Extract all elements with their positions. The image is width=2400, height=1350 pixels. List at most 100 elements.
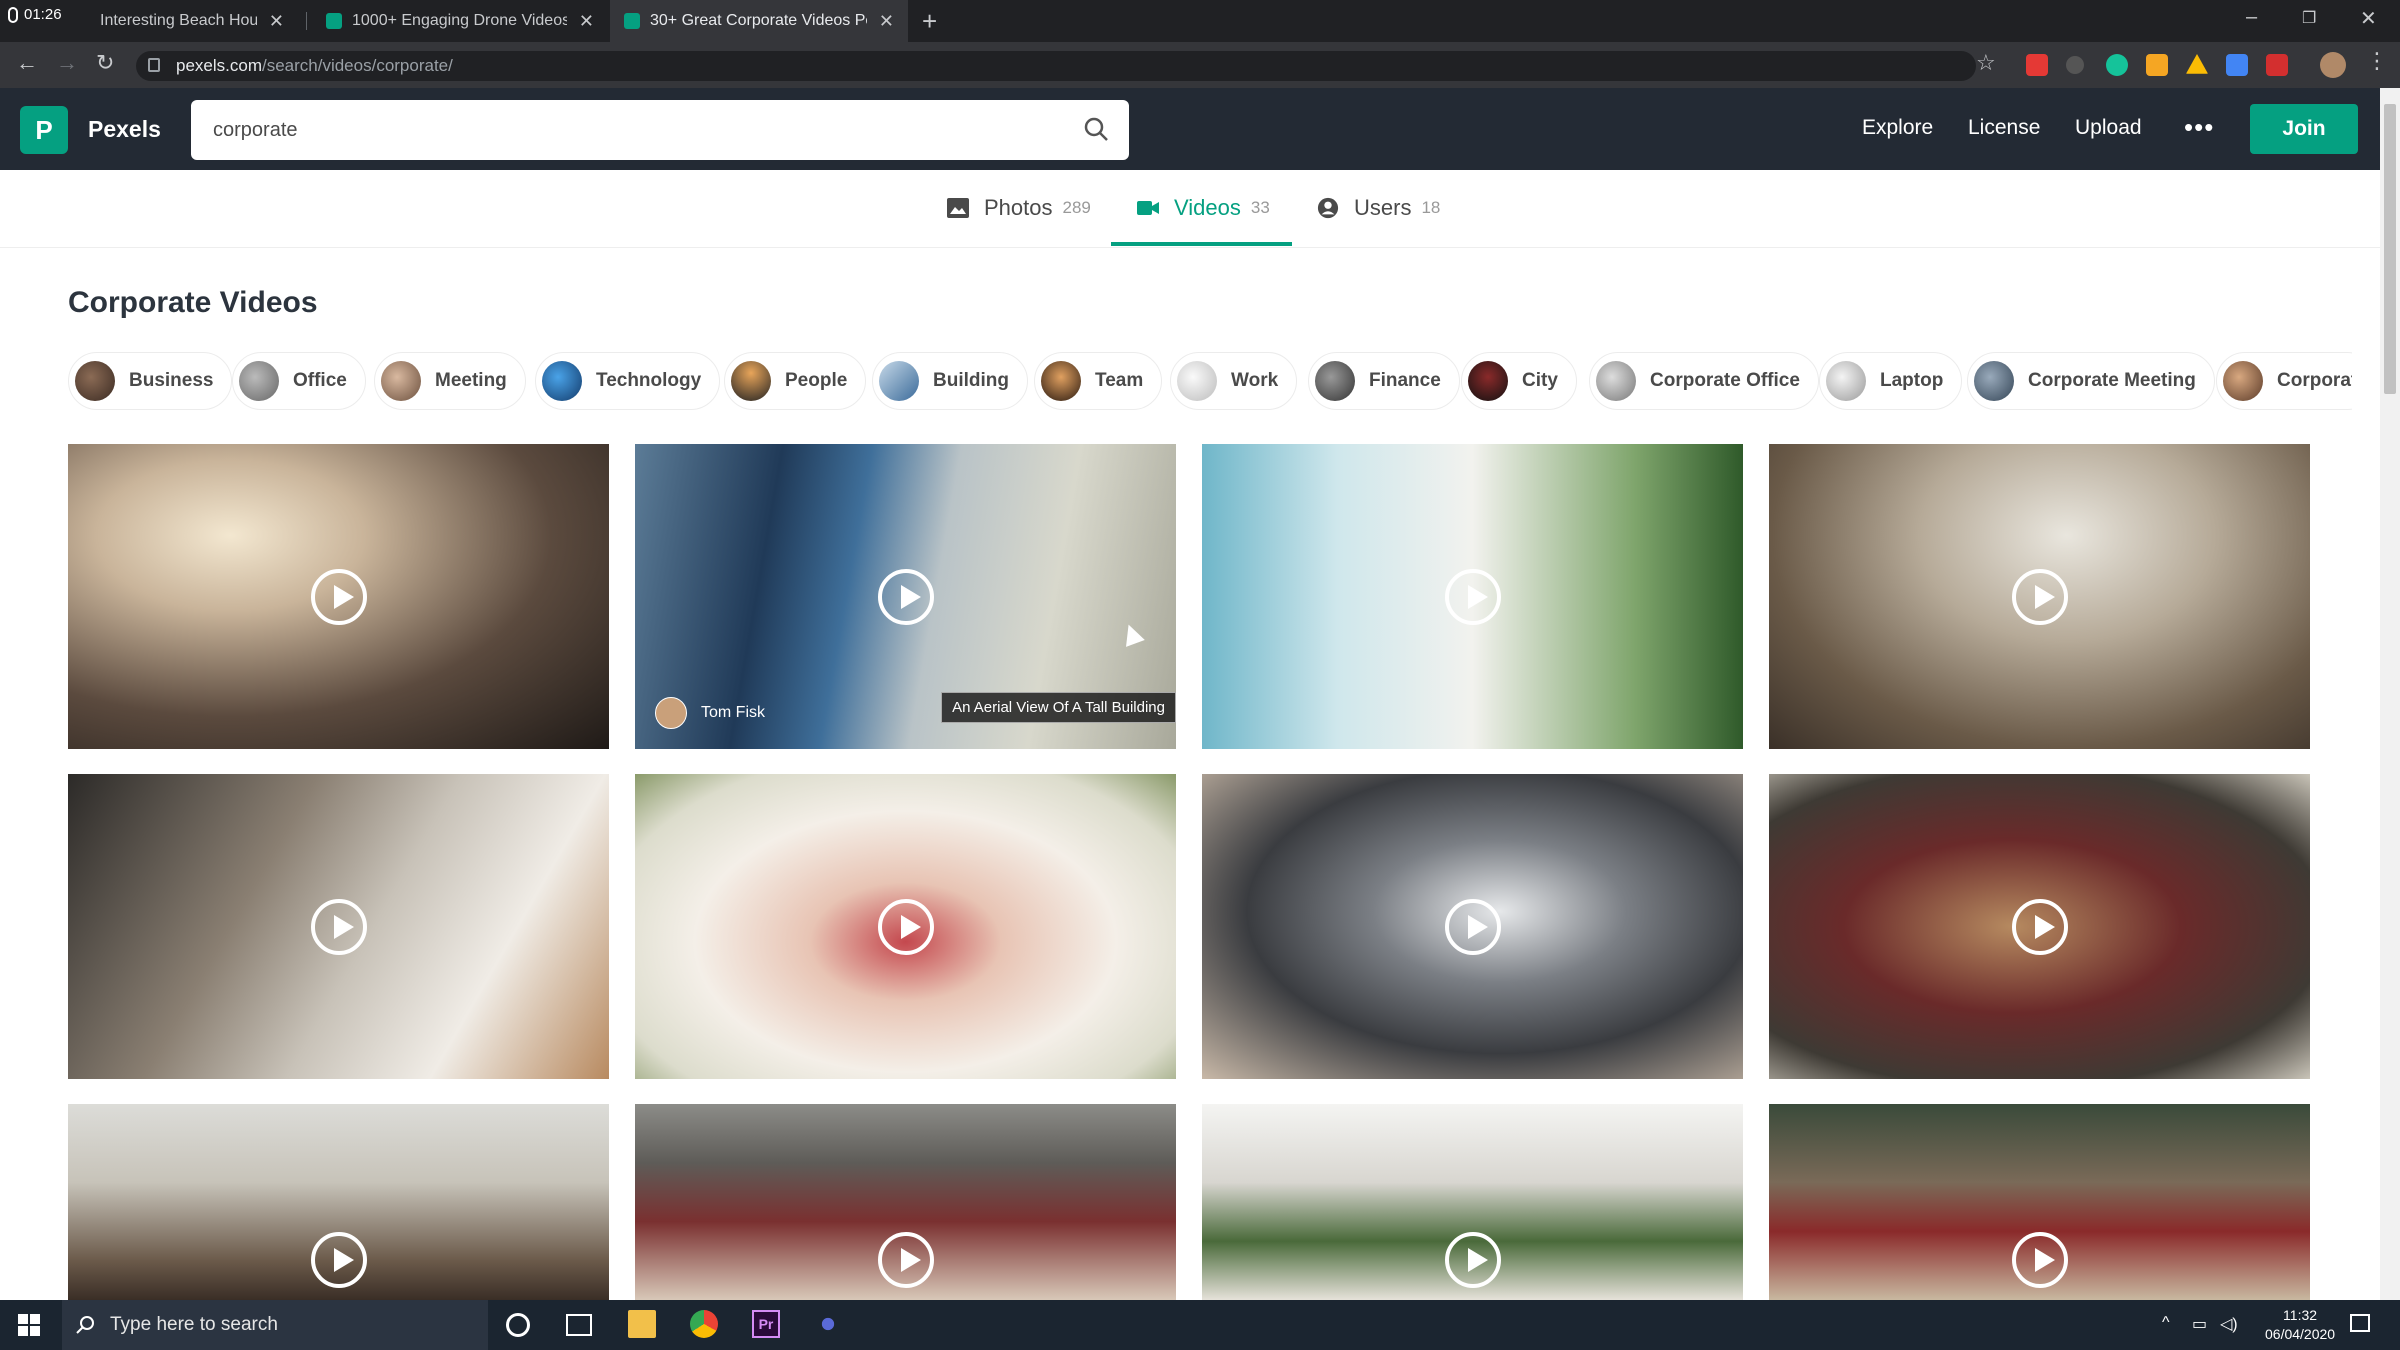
chip-corporate[interactable]: Corporat	[2216, 352, 2352, 410]
scrollbar-thumb[interactable]	[2384, 104, 2396, 394]
chip-technology[interactable]: Technology	[535, 352, 721, 410]
brand-name[interactable]: Pexels	[88, 116, 161, 143]
user-icon	[1317, 197, 1339, 219]
play-icon[interactable]	[877, 568, 934, 625]
tab-videos[interactable]: Videos 33	[1136, 195, 1270, 221]
video-thumbnail[interactable]	[1202, 774, 1743, 1079]
video-thumbnail[interactable]	[68, 1104, 609, 1300]
nav-license[interactable]: License	[1968, 116, 2040, 140]
video-thumbnail[interactable]	[1769, 444, 2310, 749]
play-icon[interactable]	[1444, 898, 1501, 955]
taskbar-search-box[interactable]: Type here to search	[62, 1300, 488, 1350]
chip-finance[interactable]: Finance	[1308, 352, 1460, 410]
chip-label: Finance	[1369, 370, 1441, 391]
file-explorer-icon[interactable]	[628, 1310, 656, 1338]
new-tab-plus-icon[interactable]: +	[922, 6, 937, 37]
browser-tab[interactable]: 1000+ Engaging Drone Videos P ✕	[312, 0, 608, 42]
browser-tab-active[interactable]: 30+ Great Corporate Videos Pex ✕	[610, 0, 908, 42]
chip-team[interactable]: Team	[1034, 352, 1163, 410]
volume-icon[interactable]: ◁)	[2220, 1314, 2238, 1334]
join-button[interactable]: Join	[2250, 104, 2358, 154]
bookmark-star-icon[interactable]: ☆	[1976, 50, 1996, 76]
chip-people[interactable]: People	[724, 352, 867, 410]
more-menu-icon[interactable]: •••	[2184, 112, 2214, 143]
chrome-menu-icon[interactable]: ⋮	[2366, 48, 2388, 74]
taskbar-clock[interactable]: 11:32 06/04/2020	[2265, 1306, 2335, 1344]
play-icon[interactable]	[310, 1232, 367, 1288]
nav-upload[interactable]: Upload	[2075, 116, 2142, 140]
tab-count: 289	[1062, 198, 1091, 217]
back-arrow-icon[interactable]: ←	[16, 50, 38, 76]
chip-corporate-office[interactable]: Corporate Office	[1589, 352, 1819, 410]
play-icon[interactable]	[2011, 568, 2068, 625]
extension-icon[interactable]	[2226, 54, 2248, 76]
play-icon[interactable]	[877, 898, 934, 955]
profile-avatar[interactable]	[2320, 52, 2346, 78]
tab-users[interactable]: Users 18	[1316, 195, 1440, 221]
play-icon[interactable]	[1444, 568, 1501, 625]
play-icon[interactable]	[310, 898, 367, 955]
chip-label: Meeting	[435, 370, 507, 391]
tray-chevron-icon[interactable]: ^	[2162, 1314, 2170, 1332]
video-thumbnail[interactable]	[635, 774, 1176, 1079]
notifications-icon[interactable]	[2350, 1314, 2370, 1332]
chip-work[interactable]: Work	[1170, 352, 1298, 410]
extension-icon[interactable]	[2146, 54, 2168, 76]
close-tab-icon[interactable]: ✕	[269, 11, 284, 32]
chip-laptop[interactable]: Laptop	[1819, 352, 1963, 410]
video-thumbnail-hovered[interactable]: Tom Fisk An Aerial View Of A Tall Buildi…	[635, 444, 1176, 749]
play-icon[interactable]	[877, 1232, 934, 1288]
chip-thumbnail	[1826, 361, 1866, 401]
play-icon[interactable]	[2011, 1232, 2068, 1288]
grammarly-icon[interactable]	[2106, 54, 2128, 76]
extension-icon[interactable]	[2066, 56, 2084, 74]
app-icon[interactable]	[814, 1310, 842, 1338]
chip-office[interactable]: Office	[232, 352, 366, 410]
close-tab-icon[interactable]: ✕	[879, 11, 894, 32]
clock-date: 06/04/2020	[2265, 1326, 2336, 1342]
search-input[interactable]	[213, 115, 1033, 145]
video-thumbnail[interactable]	[1769, 774, 2310, 1079]
video-thumbnail[interactable]	[68, 774, 609, 1079]
play-icon[interactable]	[2011, 898, 2068, 955]
chip-corporate-meeting[interactable]: Corporate Meeting	[1967, 352, 2215, 410]
restore-icon[interactable]: ❐	[2302, 8, 2316, 28]
video-thumbnail[interactable]	[1769, 1104, 2310, 1300]
chip-city[interactable]: City	[1461, 352, 1577, 410]
windows-start-icon[interactable]	[18, 1314, 40, 1336]
address-bar[interactable]: pexels.com/search/videos/corporate/	[136, 51, 1976, 81]
chip-thumbnail	[542, 361, 582, 401]
forward-arrow-icon[interactable]: →	[56, 50, 78, 76]
chip-building[interactable]: Building	[872, 352, 1028, 410]
pexels-favicon-icon	[326, 13, 342, 29]
chip-thumbnail	[2223, 361, 2263, 401]
pexels-logo[interactable]: P	[20, 106, 68, 154]
network-icon[interactable]: ▭	[2192, 1314, 2207, 1334]
reload-icon[interactable]: ↻	[96, 50, 114, 76]
video-author[interactable]: Tom Fisk	[655, 697, 765, 729]
video-thumbnail[interactable]	[1202, 1104, 1743, 1300]
video-thumbnail[interactable]	[1202, 444, 1743, 749]
minimize-icon[interactable]: –	[2246, 6, 2257, 29]
video-thumbnail[interactable]	[68, 444, 609, 749]
lock-icon	[148, 58, 160, 72]
premiere-pro-icon[interactable]: Pr	[752, 1310, 780, 1338]
cortana-icon[interactable]	[506, 1313, 530, 1337]
close-tab-icon[interactable]: ✕	[579, 11, 594, 32]
search-icon[interactable]	[1083, 116, 1109, 142]
play-icon[interactable]	[310, 568, 367, 625]
video-thumbnail[interactable]	[635, 1104, 1176, 1300]
play-icon[interactable]	[1444, 1232, 1501, 1288]
chip-meeting[interactable]: Meeting	[374, 352, 526, 410]
active-tab-underline	[1111, 242, 1292, 246]
tab-photos[interactable]: Photos 289	[946, 195, 1091, 221]
browser-tab[interactable]: Interesting Beach House \ ✕	[86, 0, 298, 42]
chrome-icon[interactable]	[690, 1310, 718, 1338]
extension-icon[interactable]	[2026, 54, 2048, 76]
chip-business[interactable]: Business	[68, 352, 233, 410]
clock-time: 11:32	[2283, 1307, 2318, 1323]
adblock-icon[interactable]	[2266, 54, 2288, 76]
window-close-icon[interactable]: ✕	[2360, 6, 2377, 31]
task-view-icon[interactable]	[566, 1314, 592, 1336]
nav-explore[interactable]: Explore	[1862, 116, 1933, 140]
